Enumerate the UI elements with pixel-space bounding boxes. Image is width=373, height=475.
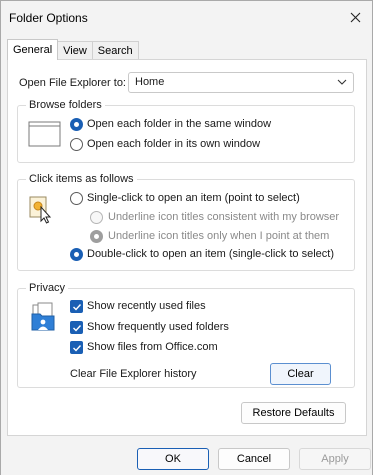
click-items-group: Click items as follows Single-click to o…	[17, 173, 355, 271]
cancel-button[interactable]: Cancel	[218, 448, 290, 470]
underline-browser-radio[interactable]	[90, 211, 103, 224]
restore-defaults-button[interactable]: Restore Defaults	[241, 402, 346, 424]
privacy-group: Privacy Show recently used files Show fr…	[17, 282, 355, 388]
checkmark-icon	[73, 304, 82, 311]
checkmark-icon	[73, 325, 82, 332]
clear-button[interactable]: Clear	[270, 363, 331, 385]
tab-search[interactable]: Search	[91, 41, 139, 60]
tab-general[interactable]: General	[7, 39, 59, 60]
office-files-label[interactable]: Show files from Office.com	[87, 341, 218, 353]
recent-files-checkbox[interactable]	[70, 300, 83, 313]
underline-point-label[interactable]: Underline icon titles only when I point …	[108, 230, 329, 242]
own-window-radio[interactable]	[70, 138, 83, 151]
underline-point-radio[interactable]	[90, 230, 103, 243]
pointer-click-icon	[29, 196, 52, 224]
office-files-checkbox[interactable]	[70, 341, 83, 354]
double-click-radio[interactable]	[70, 248, 83, 261]
double-click-label[interactable]: Double-click to open an item (single-cli…	[87, 248, 334, 260]
window-icon	[28, 121, 61, 147]
frequent-folders-label[interactable]: Show frequently used folders	[87, 321, 229, 333]
general-tab-panel: Open File Explorer to: Home Browse folde…	[7, 59, 367, 436]
privacy-folder-icon	[31, 302, 55, 331]
frequent-folders-checkbox[interactable]	[70, 321, 83, 334]
apply-button[interactable]: Apply	[299, 448, 371, 470]
tab-view[interactable]: View	[57, 41, 93, 60]
open-explorer-dropdown[interactable]: Home	[128, 72, 354, 93]
same-window-radio[interactable]	[70, 118, 83, 131]
ok-button[interactable]: OK	[137, 448, 209, 470]
window-title: Folder Options	[9, 11, 88, 25]
folder-options-dialog: Folder Options General View Search Open …	[0, 0, 373, 475]
recent-files-label[interactable]: Show recently used files	[87, 300, 206, 312]
close-icon	[350, 12, 360, 22]
browse-folders-title: Browse folders	[26, 99, 105, 111]
clear-history-label: Clear File Explorer history	[70, 368, 197, 380]
privacy-title: Privacy	[26, 282, 69, 294]
chevron-down-icon	[337, 79, 347, 85]
open-explorer-value: Home	[135, 76, 165, 88]
dialog-footer: OK Cancel Apply	[1, 439, 372, 475]
tab-strip: General View Search	[7, 39, 139, 60]
single-click-radio[interactable]	[70, 192, 83, 205]
browse-folders-group: Browse folders Open each folder in the s…	[17, 99, 355, 163]
same-window-label[interactable]: Open each folder in the same window	[87, 118, 271, 130]
checkmark-icon	[73, 345, 82, 352]
title-bar: Folder Options	[1, 1, 372, 35]
underline-browser-label[interactable]: Underline icon titles consistent with my…	[108, 211, 339, 223]
click-items-title: Click items as follows	[26, 173, 137, 185]
single-click-label[interactable]: Single-click to open an item (point to s…	[87, 192, 300, 204]
open-explorer-label: Open File Explorer to:	[19, 77, 126, 89]
own-window-label[interactable]: Open each folder in its own window	[87, 138, 260, 150]
close-button[interactable]	[338, 1, 372, 33]
